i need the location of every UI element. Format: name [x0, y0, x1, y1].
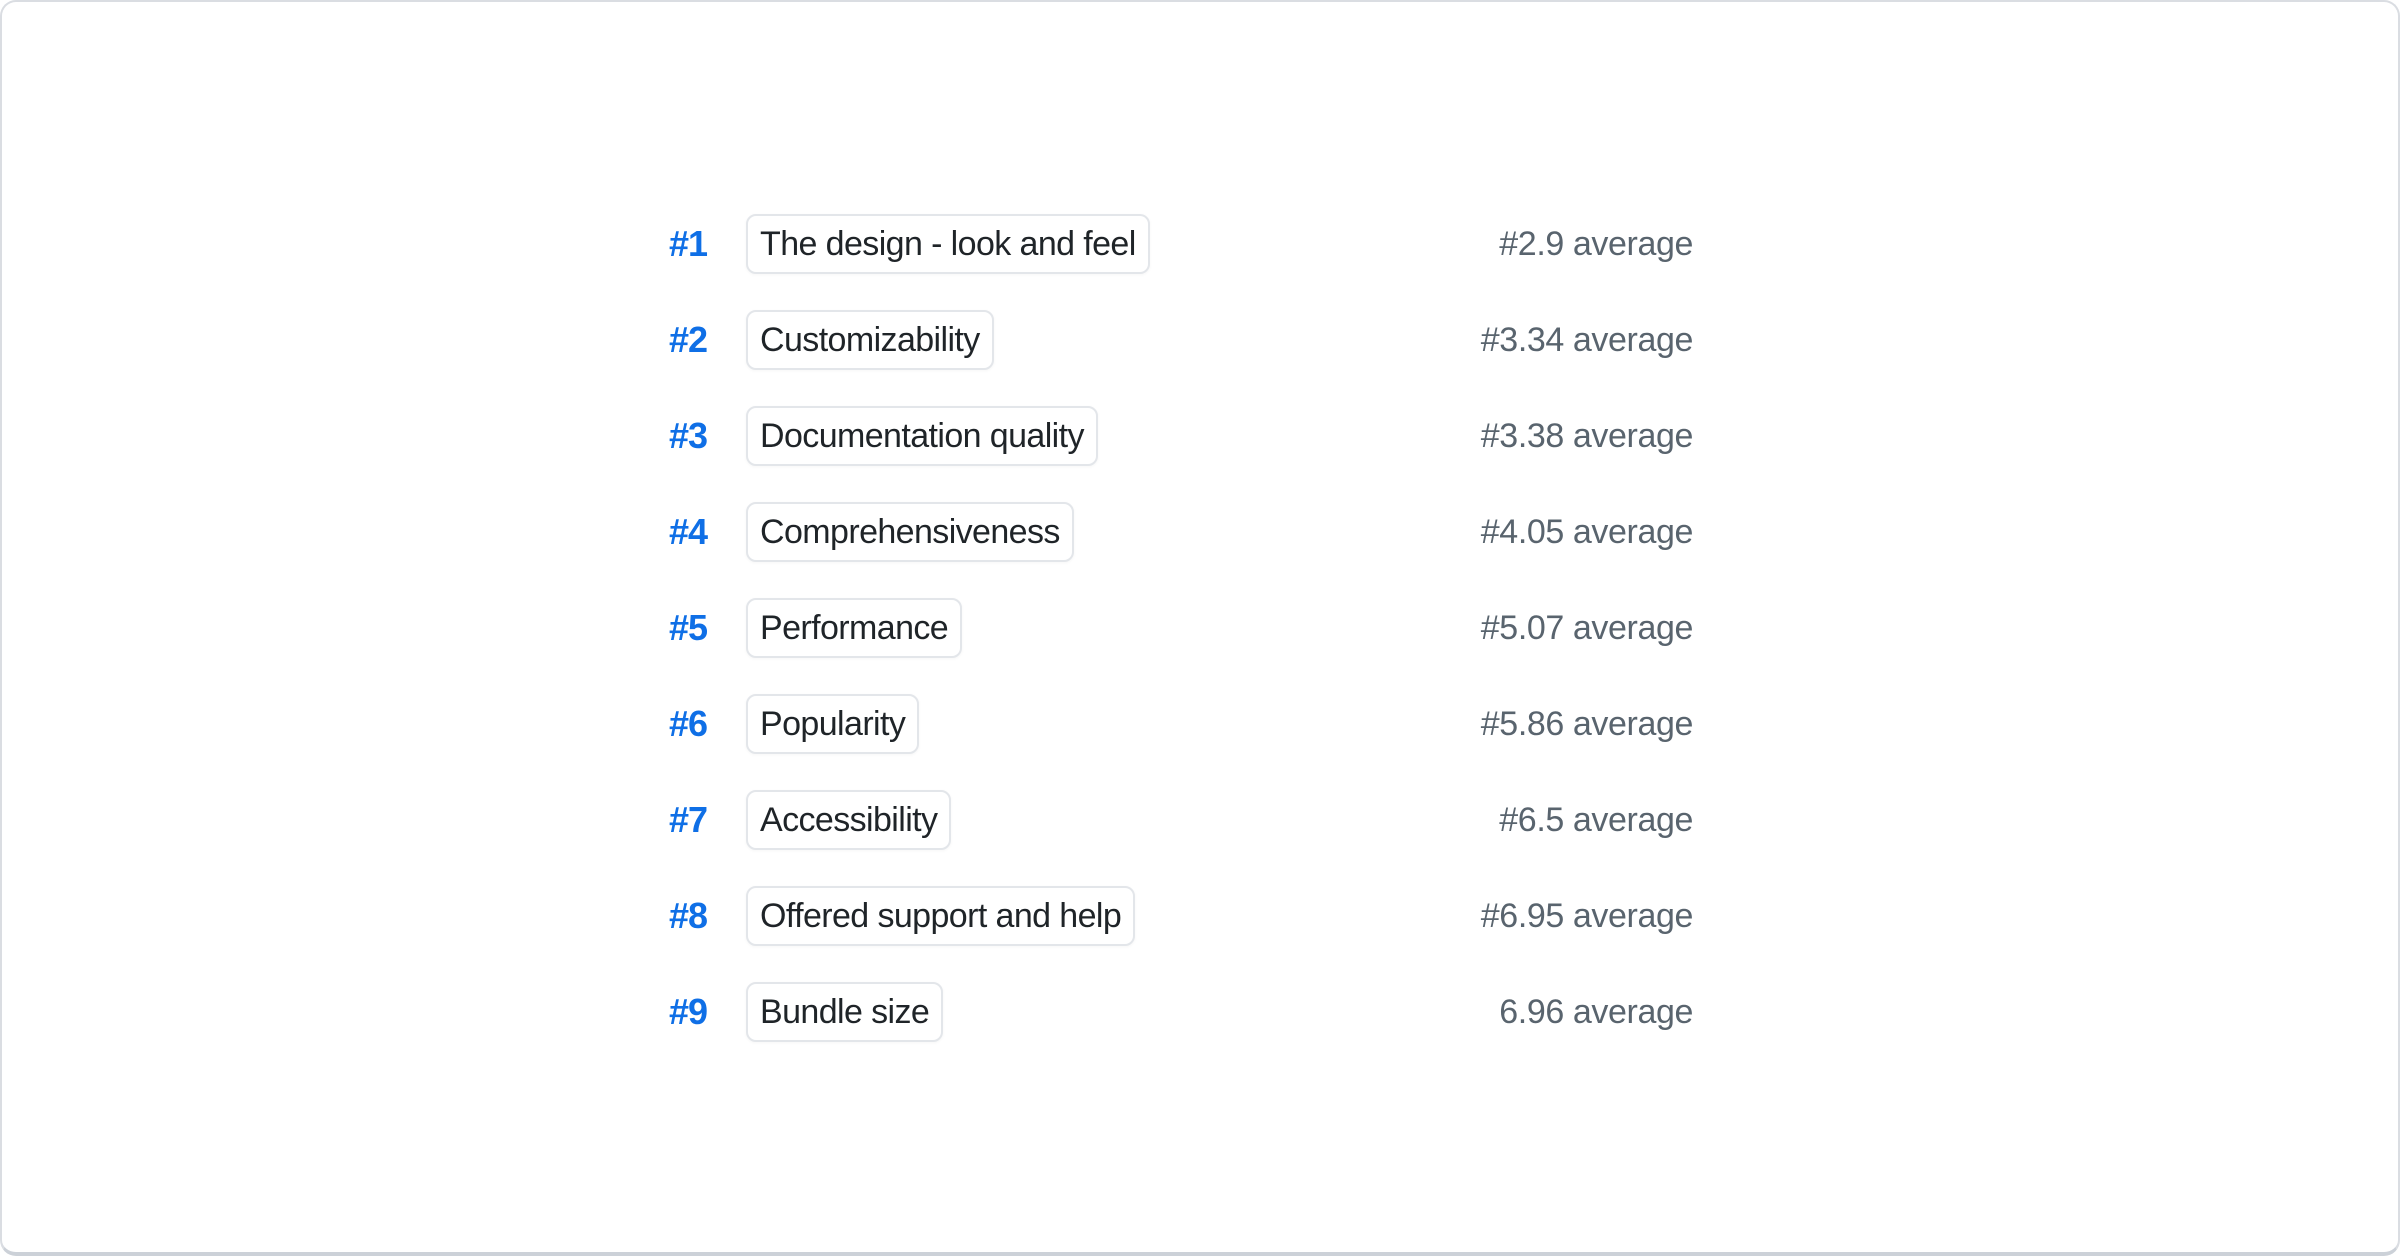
rank-number: #1	[669, 226, 707, 262]
option-chip: Offered support and help	[746, 886, 1135, 946]
option-chip: Performance	[746, 598, 962, 658]
option-chip: Documentation quality	[746, 406, 1098, 466]
average-value: #6.5 average	[1499, 803, 1693, 837]
ranking-row: #2 Customizability #3.34 average	[2, 292, 2398, 388]
rank-number: #6	[669, 706, 707, 742]
results-card: #1 The design - look and feel #2.9 avera…	[0, 0, 2400, 1256]
average-value: #3.34 average	[1481, 323, 1693, 357]
page: #1 The design - look and feel #2.9 avera…	[0, 0, 2400, 1256]
average-value: 6.96 average	[1499, 995, 1693, 1029]
rank-number: #2	[669, 322, 707, 358]
ranking-row: #1 The design - look and feel #2.9 avera…	[2, 196, 2398, 292]
average-value: #4.05 average	[1481, 515, 1693, 549]
average-value: #5.86 average	[1481, 707, 1693, 741]
option-chip: Comprehensiveness	[746, 502, 1074, 562]
rank-number: #5	[669, 610, 707, 646]
rank-number: #3	[669, 418, 707, 454]
option-chip: Accessibility	[746, 790, 951, 850]
ranking-row: #6 Popularity #5.86 average	[2, 676, 2398, 772]
option-chip: Bundle size	[746, 982, 943, 1042]
rank-number: #4	[669, 514, 707, 550]
rank-number: #9	[669, 994, 707, 1030]
average-value: #5.07 average	[1481, 611, 1693, 645]
option-chip: Customizability	[746, 310, 994, 370]
option-chip: The design - look and feel	[746, 214, 1150, 274]
rank-number: #7	[669, 802, 707, 838]
ranking-row: #7 Accessibility #6.5 average	[2, 772, 2398, 868]
option-chip: Popularity	[746, 694, 919, 754]
ranking-row: #5 Performance #5.07 average	[2, 580, 2398, 676]
rank-number: #8	[669, 898, 707, 934]
ranking-row: #3 Documentation quality #3.38 average	[2, 388, 2398, 484]
average-value: #3.38 average	[1481, 419, 1693, 453]
ranking-row: #8 Offered support and help #6.95 averag…	[2, 868, 2398, 964]
average-value: #6.95 average	[1481, 899, 1693, 933]
average-value: #2.9 average	[1499, 227, 1693, 261]
ranking-row: #4 Comprehensiveness #4.05 average	[2, 484, 2398, 580]
ranking-row: #9 Bundle size 6.96 average	[2, 964, 2398, 1060]
ranking-results-list: #1 The design - look and feel #2.9 avera…	[2, 196, 2398, 1060]
